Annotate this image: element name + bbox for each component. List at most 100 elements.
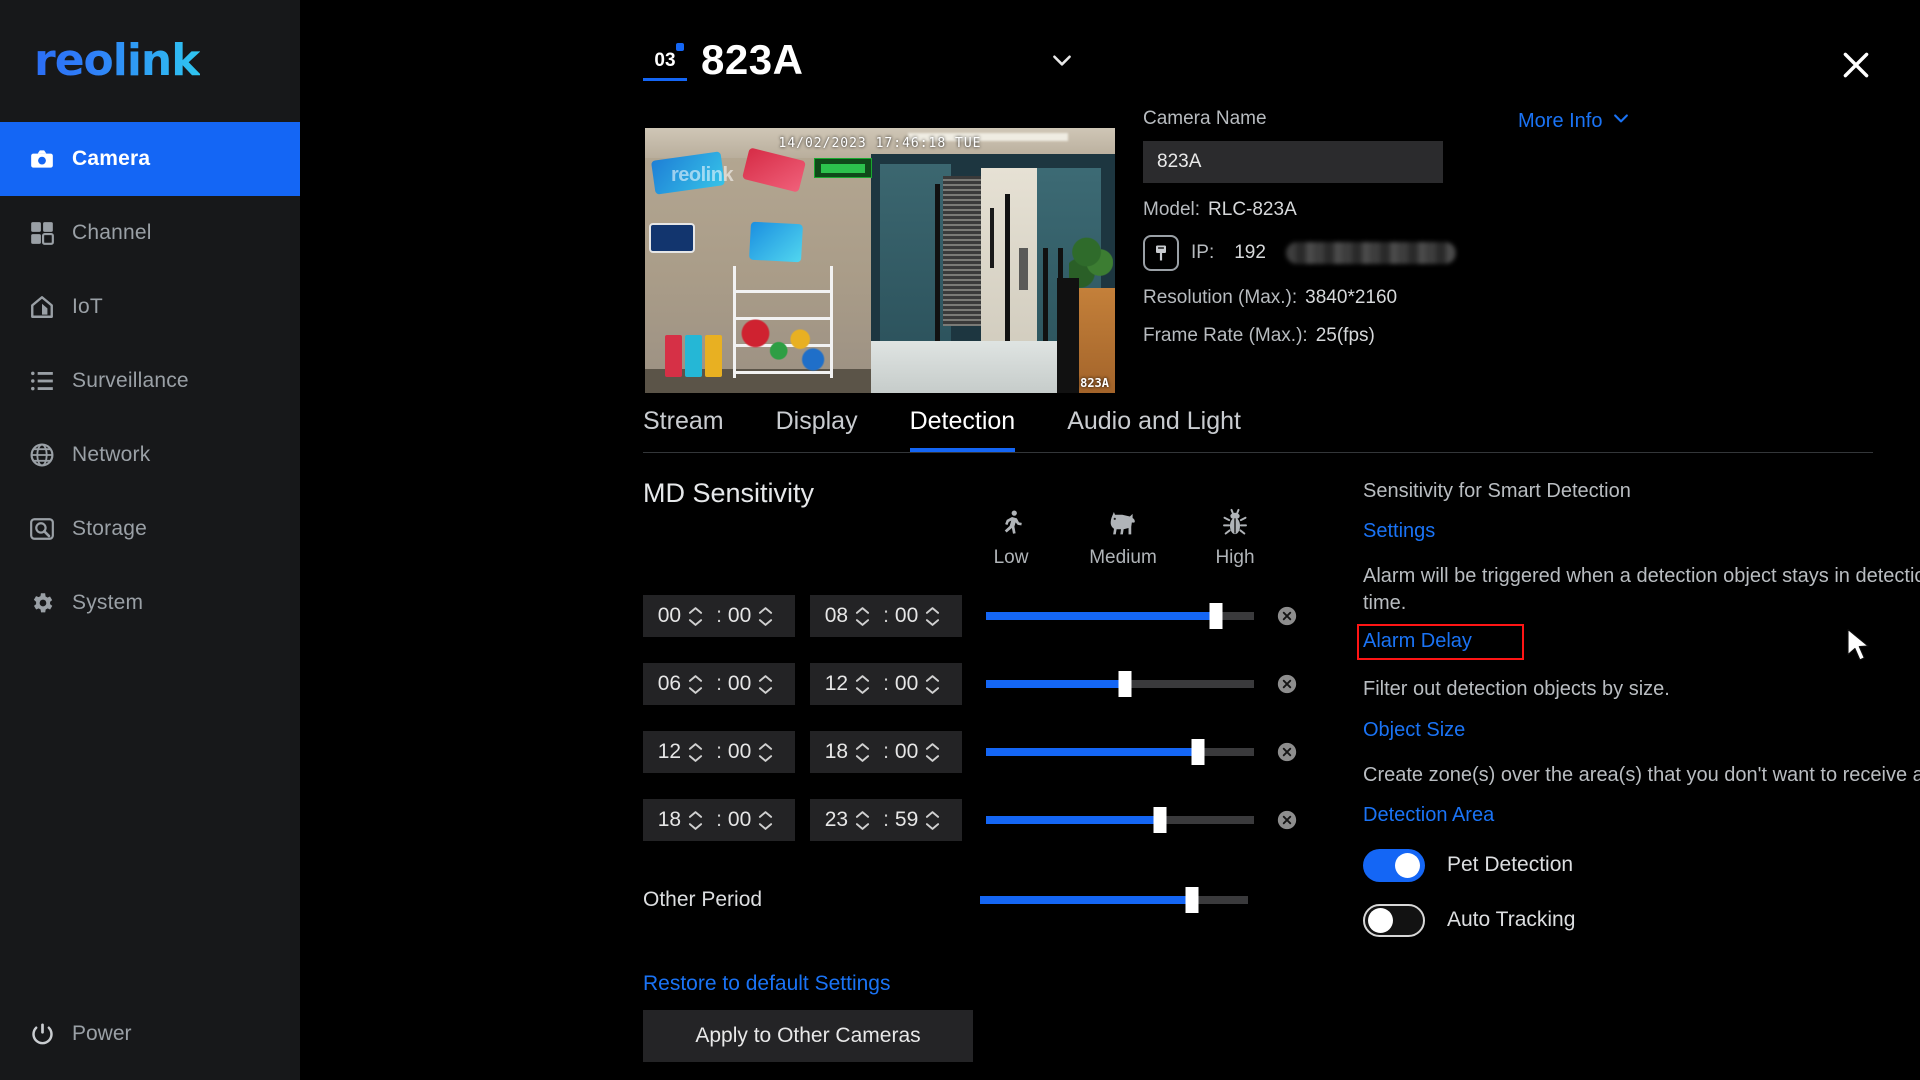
- time-colon: :: [883, 604, 889, 627]
- sidebar-item-channel[interactable]: Channel: [0, 196, 300, 270]
- power-button[interactable]: Power: [28, 1020, 132, 1048]
- detection-area-link[interactable]: Detection Area: [1363, 804, 1494, 827]
- start-minute-stepper[interactable]: [758, 810, 773, 831]
- sidebar-item-camera[interactable]: Camera: [0, 122, 300, 196]
- sensitivity-slider[interactable]: [986, 739, 1254, 765]
- slider-knob[interactable]: [1185, 887, 1199, 913]
- preview-timestamp: 14/02/2023 17:46:18 TUE: [778, 136, 982, 151]
- end-minute-stepper[interactable]: [925, 810, 940, 831]
- start-time-input[interactable]: 12 : 00: [643, 731, 795, 773]
- end-minute: 00: [894, 740, 919, 763]
- end-hour: 12: [824, 672, 849, 695]
- disk-icon: [28, 515, 56, 543]
- auto-tracking-toggle[interactable]: [1363, 903, 1425, 937]
- sidebar-item-label: Network: [72, 443, 151, 466]
- object-size-link[interactable]: Object Size: [1363, 719, 1465, 742]
- sensitivity-scale-headers: Low Medium High: [955, 505, 1291, 569]
- clear-circle-icon[interactable]: [1276, 605, 1298, 627]
- slider-knob[interactable]: [1153, 807, 1167, 833]
- start-minute-stepper[interactable]: [758, 674, 773, 695]
- slider-knob[interactable]: [1118, 671, 1132, 697]
- sensitivity-slider[interactable]: [986, 603, 1254, 629]
- start-hour-stepper[interactable]: [688, 742, 703, 763]
- scale-header-low: Low: [955, 505, 1067, 569]
- other-period-slider[interactable]: [980, 887, 1248, 913]
- start-time-input[interactable]: 00 : 00: [643, 595, 795, 637]
- brand-logo: reolink: [0, 0, 300, 120]
- more-info-button[interactable]: More Info: [1518, 108, 1631, 134]
- sidebar-item-label: Surveillance: [72, 369, 189, 392]
- end-time-input[interactable]: 12 : 00: [810, 663, 962, 705]
- start-minute: 00: [727, 604, 752, 627]
- end-hour-stepper[interactable]: [855, 606, 870, 627]
- alarm-delay-link[interactable]: Alarm Delay: [1363, 630, 1472, 653]
- tab-audio-and-light[interactable]: Audio and Light: [1067, 407, 1241, 442]
- clear-circle-icon[interactable]: [1276, 741, 1298, 763]
- apply-to-other-cameras-button[interactable]: Apply to Other Cameras: [643, 1010, 973, 1062]
- clear-circle-icon[interactable]: [1276, 673, 1298, 695]
- start-time-input[interactable]: 18 : 00: [643, 799, 795, 841]
- end-hour-stepper[interactable]: [855, 810, 870, 831]
- start-hour-stepper[interactable]: [688, 606, 703, 627]
- start-minute-stepper[interactable]: [758, 606, 773, 627]
- end-hour-stepper[interactable]: [855, 674, 870, 695]
- end-hour-stepper[interactable]: [855, 742, 870, 763]
- start-hour-stepper[interactable]: [688, 674, 703, 695]
- close-icon[interactable]: [1839, 48, 1873, 87]
- camera-name-input[interactable]: [1143, 141, 1443, 183]
- tab-detection[interactable]: Detection: [909, 407, 1016, 452]
- end-time-input[interactable]: 18 : 00: [810, 731, 962, 773]
- slider-knob[interactable]: [1191, 739, 1205, 765]
- sidebar-item-system[interactable]: System: [0, 566, 300, 640]
- sidebar-nav: Camera Channel IoT Surveillance Network …: [0, 122, 300, 640]
- chevron-down-icon[interactable]: [1049, 47, 1075, 73]
- settings-link[interactable]: Settings: [1363, 520, 1435, 543]
- scale-header-medium: Medium: [1067, 505, 1179, 569]
- sidebar-item-iot[interactable]: IoT: [0, 270, 300, 344]
- preview-pillar-bar2: [1018, 248, 1028, 290]
- sensitivity-slider[interactable]: [986, 671, 1254, 697]
- sidebar-item-network[interactable]: Network: [0, 418, 300, 492]
- start-minute: 00: [727, 808, 752, 831]
- schedule-rows: 00 : 00 08: 00 06: 00 12: 00 12: 00 …: [643, 582, 1298, 854]
- camera-preview[interactable]: reolink 14/02/2023 17:46:18 TUE 823A: [645, 128, 1115, 393]
- sidebar-item-label: IoT: [72, 295, 103, 318]
- framerate-label: Frame Rate (Max.):: [1143, 325, 1308, 346]
- smart-detection-panel: Sensitivity for Smart Detection Settings…: [1357, 478, 1920, 937]
- sidebar: reolink Camera Channel IoT Surveillance …: [0, 0, 300, 1080]
- restore-defaults-link[interactable]: Restore to default Settings: [643, 972, 890, 996]
- logo-text: reolink: [34, 34, 201, 86]
- tab-display[interactable]: Display: [776, 407, 858, 442]
- model-value: RLC-823A: [1208, 199, 1297, 220]
- framerate-row: Frame Rate (Max.): 25(fps): [1143, 325, 1783, 347]
- end-minute-stepper[interactable]: [925, 674, 940, 695]
- end-minute: 59: [894, 808, 919, 831]
- end-hour: 18: [824, 740, 849, 763]
- sidebar-item-surveillance[interactable]: Surveillance: [0, 344, 300, 418]
- sensitivity-slider[interactable]: [986, 807, 1254, 833]
- settings-tabs: Stream Display Detection Audio and Light: [643, 398, 1873, 453]
- start-time-input[interactable]: 06 : 00: [643, 663, 795, 705]
- home-icon: [28, 293, 56, 321]
- preview-sticker-3: [749, 221, 803, 263]
- tab-stream[interactable]: Stream: [643, 407, 724, 442]
- sidebar-item-storage[interactable]: Storage: [0, 492, 300, 566]
- start-minute-stepper[interactable]: [758, 742, 773, 763]
- channel-badge[interactable]: 03: [643, 39, 687, 81]
- slider-knob[interactable]: [1209, 603, 1223, 629]
- preview-camera-label: 823A: [1080, 376, 1109, 390]
- start-hour-stepper[interactable]: [688, 810, 703, 831]
- end-time-input[interactable]: 08 : 00: [810, 595, 962, 637]
- end-hour: 23: [824, 808, 849, 831]
- tabs-row: Stream Display Detection Audio and Light: [643, 398, 1873, 452]
- start-hour: 12: [657, 740, 682, 763]
- preview-exit-sign: [814, 158, 873, 178]
- end-time-input[interactable]: 23 : 59: [810, 799, 962, 841]
- end-minute-stepper[interactable]: [925, 606, 940, 627]
- end-minute-stepper[interactable]: [925, 742, 940, 763]
- slider-fill: [986, 612, 1217, 620]
- clear-circle-icon[interactable]: [1276, 809, 1298, 831]
- pet-detection-toggle[interactable]: [1363, 848, 1425, 882]
